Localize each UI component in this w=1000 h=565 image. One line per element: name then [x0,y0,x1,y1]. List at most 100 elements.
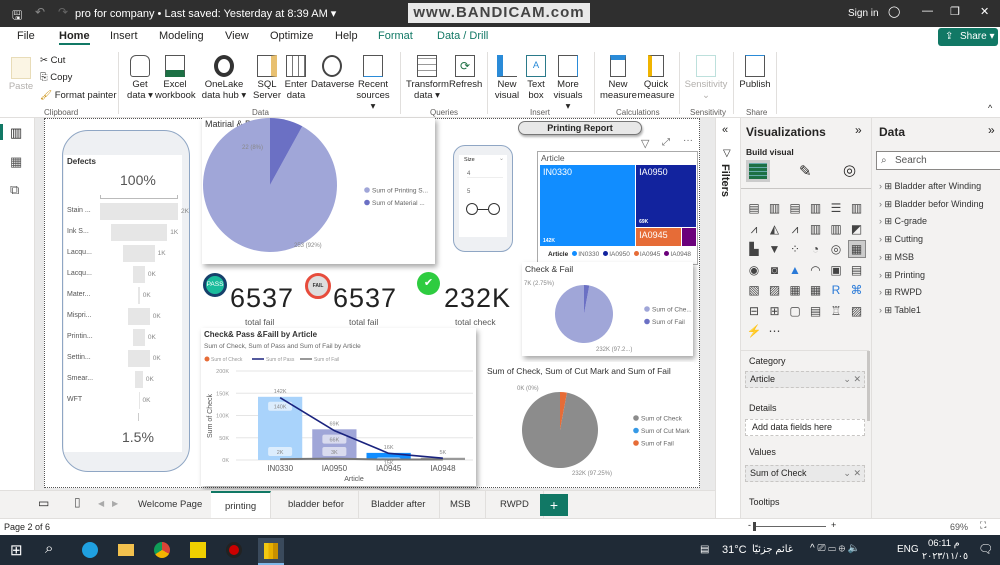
collapse-ribbon-icon[interactable]: ^ [988,103,992,113]
notifications-icon[interactable]: 🗨 [978,542,993,556]
windows-start-icon[interactable]: ⊞ [10,541,23,559]
clustered-bar-icon[interactable]: ▤ [787,200,803,216]
check-pass-fail-chart[interactable]: Check& Pass &Faill by Article Sum of Chec… [201,328,476,486]
legend-label[interactable]: Sum of Material ... [372,200,425,207]
maximize-icon[interactable]: ❐ [950,5,960,18]
slicer-icon[interactable]: ▨ [767,282,783,298]
expand-icon[interactable]: » [855,123,862,137]
size-slicer[interactable]: Size ⌄ 4 5 [459,155,507,237]
legend-label[interactable]: Sum of Cut Mark [641,428,691,435]
weather-text[interactable]: غائم جزئيًا [752,544,793,555]
multi-row-card-icon[interactable]: ▤ [849,262,865,278]
printing-report-button[interactable]: Printing Report [518,121,642,135]
100-column-icon[interactable]: ▥ [849,200,865,216]
treemap-tile[interactable]: IA0945 [636,227,682,246]
data-table-item[interactable]: › ⊞ Printing [879,270,925,281]
tab-printing[interactable]: printing [211,491,272,519]
funnel-icon[interactable]: ▼ [767,241,783,257]
format-painter-button[interactable]: 🖌 Format painter [40,90,116,101]
tab-modeling[interactable]: Modeling [159,30,204,42]
bandicam-icon[interactable] [226,542,242,558]
tab-msb[interactable]: MSB [436,491,486,519]
build-visual-tab[interactable] [746,160,770,182]
news-icon[interactable]: ▤ [700,544,709,555]
funnel-bar[interactable] [100,203,178,220]
funnel-bar[interactable] [110,224,168,241]
funnel-bar[interactable] [133,329,145,346]
matrix-icon[interactable]: ▦ [808,282,824,298]
legend-label[interactable]: Sum of Fail [641,441,674,448]
slicer-max-value[interactable]: 5 [467,189,470,195]
details-well[interactable]: Add data fields here [745,419,865,436]
show-hidden-icons[interactable]: ^ ⎚ ▭ ⊕ 🔈 [810,543,860,554]
scroll-left-icon[interactable]: ◀ [98,499,104,508]
defects-funnel-chart[interactable]: Defects 100% Stain ... 2K Ink S... 1K Lacqu.… [64,155,189,452]
collapse-icon[interactable]: « [722,124,728,136]
edge-icon[interactable] [82,542,98,558]
file-explorer-icon[interactable] [118,544,134,556]
legend-label[interactable]: Sum of Pass [266,357,295,363]
legend-label[interactable]: Sum of Che... [652,307,692,314]
stacked-area-icon[interactable]: ⩘ [787,221,803,237]
sticky-notes-icon[interactable] [190,542,206,558]
recent-sources-button[interactable]: Recent sources ▾ [354,55,392,112]
table-view-icon[interactable]: ▦ [10,154,22,170]
line-icon[interactable]: ⩘ [746,221,762,237]
tab-bladder-befor[interactable]: bladder befor [274,491,359,519]
funnel-bar[interactable] [128,308,150,325]
tab-rwpd[interactable]: RWPD [486,491,544,519]
undo-icon[interactable]: ↶ [35,5,45,19]
more-options-icon[interactable]: ··· [683,135,693,146]
power-apps-icon[interactable]: ⚡ [746,323,762,339]
stacked-bar-icon[interactable]: ▤ [746,200,762,216]
search-icon[interactable]: ⌕ [45,540,53,557]
paste-button[interactable]: Paste [8,57,34,92]
azure-map-icon[interactable]: ▲ [787,262,803,278]
legend-label[interactable]: Sum of Check [211,357,243,363]
search-input[interactable]: ⌕ Search [876,151,1000,170]
treemap-tile[interactable] [682,227,696,246]
article-treemap[interactable]: Article IN0330 142K IA0950 69K IA0945 Articl… [537,151,698,265]
gauge-icon[interactable]: ◠ [808,262,824,278]
funnel-bar[interactable] [123,245,155,262]
report-view-icon[interactable]: ▥ [10,125,22,141]
line-column-icon[interactable]: ▥ [808,221,824,237]
dataverse-button[interactable]: Dataverse [311,55,354,90]
card-icon[interactable]: ▣ [828,262,844,278]
funnel-bar[interactable] [138,392,140,409]
file-name[interactable]: pro for company • Last saved: Yesterday … [75,7,336,20]
material-printing-pie[interactable]: Matirial & Printing Sum of Printing S...… [202,118,435,264]
decomposition-tree-icon[interactable]: ⊞ [767,303,783,319]
chrome-icon[interactable] [154,542,170,558]
share-button[interactable]: ⇪ Share ▾ [938,28,998,46]
remove-field-icon[interactable]: ⌄ ✕ [843,372,861,387]
slicer-min-value[interactable]: 4 [467,171,503,178]
tab-help[interactable]: Help [335,30,358,42]
data-table-item[interactable]: › ⊞ Table1 [879,305,921,316]
scrollbar[interactable] [867,351,870,421]
quick-measure-button[interactable]: Quick measure [637,55,675,101]
values-well[interactable]: Sum of Check ⌄ ✕ [745,465,865,482]
slider-handle-min[interactable] [466,203,478,215]
more-icon[interactable]: ⋯ [767,323,783,339]
key-influencers-icon[interactable]: ⊟ [746,303,762,319]
close-icon[interactable]: ✕ [980,5,989,18]
treemap-tile[interactable]: IN0330 142K [540,165,636,246]
legend-label[interactable]: Sum of Fail [652,319,685,326]
tab-file[interactable]: File [17,30,35,42]
tab-welcome-page[interactable]: Welcome Page [124,491,218,519]
transform-data-button[interactable]: Transform data ▾ [406,55,449,101]
weather-temp[interactable]: 31°C [722,544,747,556]
python-visual-icon[interactable]: ⌘ [849,282,865,298]
clustered-column-icon[interactable]: ▥ [808,200,824,216]
new-measure-button[interactable]: New measure [600,55,637,101]
copy-button[interactable]: ⎘ Copy [40,72,72,83]
cut-button[interactable]: ✂ Cut [40,55,65,66]
data-table-item[interactable]: › ⊞ Bladder befor Winding [879,199,984,210]
kpi-icon[interactable]: ▧ [746,282,762,298]
tab-home[interactable]: Home [59,30,90,45]
get-data-button[interactable]: Get data ▾ [126,55,154,101]
check-cutmark-fail-pie[interactable]: Sum of Check, Sum of Cut Mark and Sum of… [484,362,694,484]
data-table-item[interactable]: › ⊞ Cutting [879,234,923,245]
check-fail-pie[interactable]: Check & Fail Sum of Che... Sum of Fail 7K … [522,262,693,356]
